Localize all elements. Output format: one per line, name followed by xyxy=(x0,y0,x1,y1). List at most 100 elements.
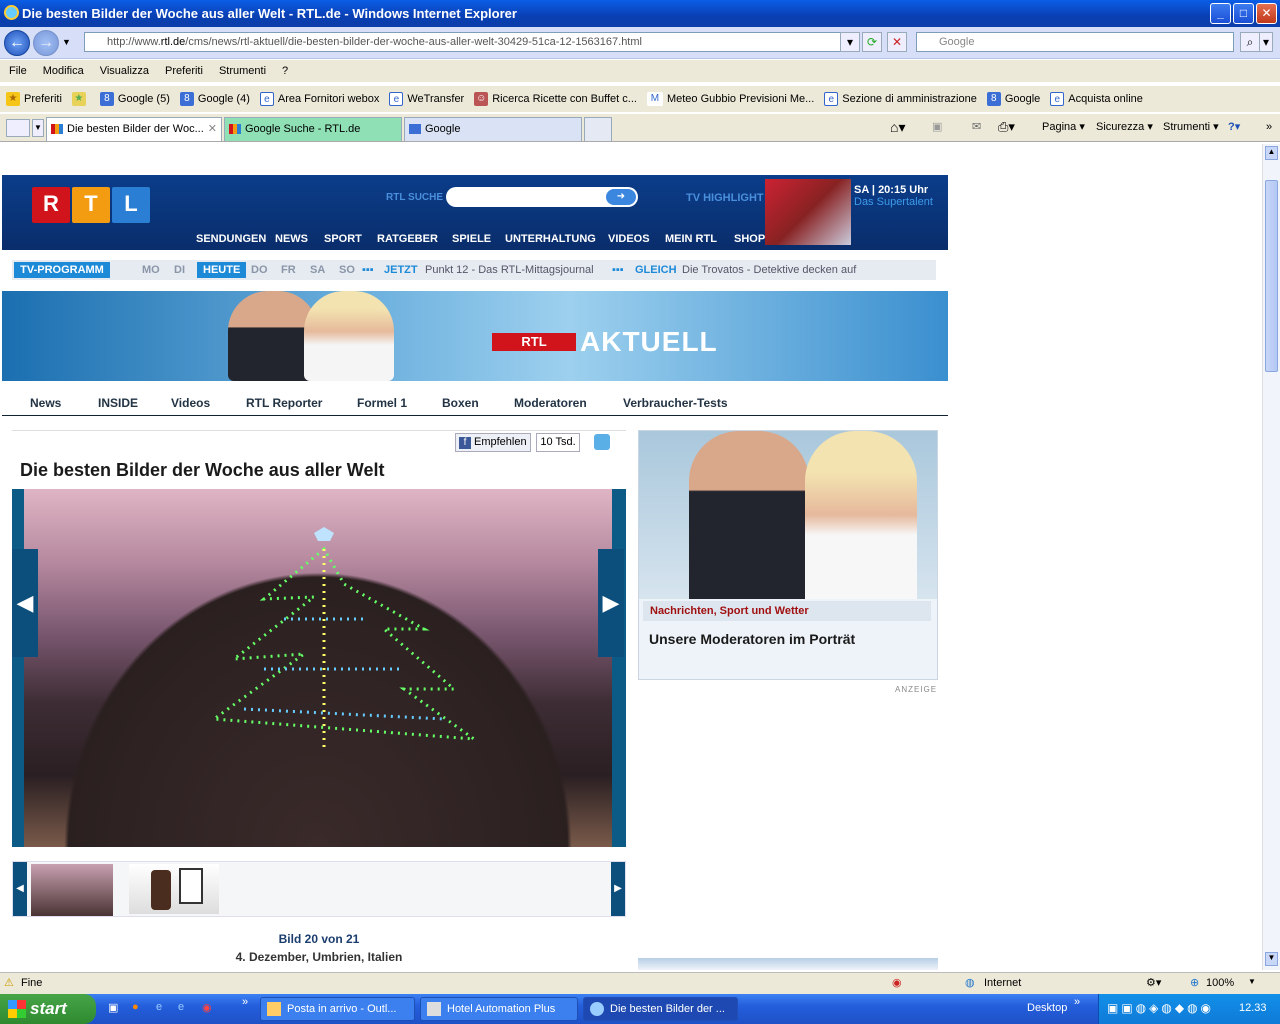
start-button[interactable]: start xyxy=(0,994,96,1024)
back-button[interactable]: ← xyxy=(4,30,30,56)
rtl-aktuell-banner[interactable]: RTL AKTUELL xyxy=(2,291,948,381)
gallery-prev-button[interactable]: ◀ xyxy=(12,549,38,657)
quicklaunch-firefox-icon[interactable]: ● xyxy=(132,1001,139,1013)
favorites-button[interactable]: ★ Preferiti xyxy=(6,92,62,106)
gallery-image[interactable] xyxy=(24,489,612,847)
menu-modifica[interactable]: Modifica xyxy=(43,65,84,77)
tab-list-dropdown-icon[interactable]: ▼ xyxy=(32,119,44,137)
search-options-button[interactable]: ▾ xyxy=(1259,32,1273,52)
fav-item-google-4[interactable]: 8 Google (4) xyxy=(179,92,250,106)
tv-program-label[interactable]: TV-PROGRAMM xyxy=(14,262,110,278)
close-button[interactable]: ✕ xyxy=(1256,3,1277,24)
privacy-icon[interactable]: ◉ xyxy=(892,976,902,989)
desktop-toolbar-label[interactable]: Desktop xyxy=(1027,1002,1067,1014)
rtl-nav-news[interactable]: NEWS xyxy=(275,233,308,245)
refresh-button[interactable]: ⟳ xyxy=(862,32,882,52)
subnav-videos[interactable]: Videos xyxy=(171,396,210,410)
rtl-nav-unterhaltung[interactable]: UNTERHALTUNG xyxy=(505,233,596,245)
rtl-search-go-button[interactable]: ➜ xyxy=(606,189,636,205)
task-hotel-automation[interactable]: Hotel Automation Plus xyxy=(420,997,578,1021)
rtl-nav-ratgeber[interactable]: RATGEBER xyxy=(377,233,438,245)
fav-item-sezione-admin[interactable]: e Sezione di amministrazione xyxy=(824,92,977,106)
subnav-verbraucher-tests[interactable]: Verbraucher-Tests xyxy=(623,396,728,410)
fav-item-ricerca-ricette[interactable]: ☺ Ricerca Ricette con Buffet c... xyxy=(474,92,637,106)
menu-strumenti[interactable]: Strumenti xyxy=(219,65,266,77)
tab-google-suche[interactable]: Google Suche - RTL.de xyxy=(224,117,402,141)
search-icon[interactable]: ⌕ xyxy=(1240,32,1260,52)
fav-item-acquista-online[interactable]: e Acquista online xyxy=(1050,92,1143,106)
jetzt-show[interactable]: Punkt 12 - Das RTL-Mittagsjournal xyxy=(425,264,594,276)
new-tab-button[interactable] xyxy=(584,117,612,141)
rtl-nav-shop[interactable]: SHOP xyxy=(734,233,765,245)
address-dropdown-button[interactable]: ▾ xyxy=(840,32,860,52)
mail-icon[interactable]: ✉ xyxy=(972,119,981,135)
menu-file[interactable]: File xyxy=(9,65,27,77)
address-bar[interactable]: http://www.rtl.de/cms/news/rtl-aktuell/d… xyxy=(84,32,854,52)
moderatoren-teaser[interactable]: Nachrichten, Sport und Wetter Unsere Mod… xyxy=(638,430,938,680)
rtl-nav-sport[interactable]: SPORT xyxy=(324,233,362,245)
quicklaunch-outlook-icon[interactable]: ▣ xyxy=(108,1001,118,1014)
twitter-icon[interactable] xyxy=(594,434,610,450)
subnav-rtl-reporter[interactable]: RTL Reporter xyxy=(246,396,322,410)
tv-day-mo[interactable]: MO xyxy=(142,264,160,276)
subnav-inside[interactable]: INSIDE xyxy=(98,396,138,410)
search-input[interactable]: Google xyxy=(916,32,1234,52)
help-icon[interactable]: ?▾ xyxy=(1228,119,1240,135)
menu-visualizza[interactable]: Visualizza xyxy=(100,65,149,77)
gallery-next-button[interactable]: ▶ xyxy=(598,549,624,657)
tv-day-so[interactable]: SO xyxy=(339,264,355,276)
home-icon[interactable]: ⌂▾ xyxy=(890,119,905,135)
maximize-button[interactable]: □ xyxy=(1233,3,1254,24)
menu-help[interactable]: ? xyxy=(282,65,288,77)
scroll-up-button[interactable]: ▲ xyxy=(1265,146,1278,160)
close-tab-icon[interactable]: ✕ xyxy=(208,118,217,140)
history-dropdown-icon[interactable]: ▼ xyxy=(62,37,71,47)
tv-highlight-show[interactable]: Das Supertalent xyxy=(854,196,933,208)
facebook-like-button[interactable]: f Empfehlen xyxy=(455,433,531,452)
quick-tabs-icon[interactable] xyxy=(6,119,30,137)
clock[interactable]: 12.33 xyxy=(1239,1002,1267,1014)
tray-icons[interactable]: ▣▣◍◈◍◆◍◉ xyxy=(1107,1001,1214,1015)
teaser-headline[interactable]: Unsere Moderatoren im Porträt xyxy=(649,631,855,647)
rtl-nav-sendungen[interactable]: SENDUNGEN xyxy=(196,233,266,245)
minimize-button[interactable]: _ xyxy=(1210,3,1231,24)
more-commands-icon[interactable]: » xyxy=(1266,119,1272,135)
quicklaunch-chrome-icon[interactable]: ◉ xyxy=(202,1001,212,1014)
quicklaunch-more-icon[interactable]: » xyxy=(242,996,248,1008)
thumbs-prev-button[interactable]: ◀ xyxy=(13,862,27,916)
tv-day-sa[interactable]: SA xyxy=(310,264,325,276)
fav-item-area-fornitori[interactable]: e Area Fornitori webox xyxy=(259,92,379,106)
tv-day-di[interactable]: DI xyxy=(174,264,185,276)
fav-item-wetransfer[interactable]: e WeTransfer xyxy=(389,92,464,106)
rtl-nav-videos[interactable]: VIDEOS xyxy=(608,233,650,245)
rtl-nav-mein-rtl[interactable]: MEIN RTL xyxy=(665,233,717,245)
gallery-thumbnail-current[interactable] xyxy=(31,864,113,916)
stop-button[interactable]: ✕ xyxy=(887,32,907,52)
protected-mode-icon[interactable]: ⚙▾ xyxy=(1146,976,1161,989)
gallery-thumbnail[interactable] xyxy=(129,864,219,914)
print-icon[interactable]: ⎙▾ xyxy=(998,119,1015,135)
fav-item-google[interactable]: 8 Google xyxy=(986,92,1040,106)
forward-button[interactable]: → xyxy=(33,30,59,56)
tab-google[interactable]: Google xyxy=(404,117,582,141)
tv-day-fr[interactable]: FR xyxy=(281,264,296,276)
subnav-moderatoren[interactable]: Moderatoren xyxy=(514,396,587,410)
safety-menu[interactable]: Sicurezza ▾ xyxy=(1096,119,1153,135)
vertical-scrollbar[interactable]: ▲ ▼ xyxy=(1262,144,1280,970)
feeds-icon[interactable]: ▣ xyxy=(932,119,942,135)
quicklaunch-ie2-icon[interactable]: e xyxy=(178,1001,184,1013)
tv-day-do[interactable]: DO xyxy=(251,264,268,276)
zoom-dropdown-icon[interactable]: ▼ xyxy=(1248,977,1256,986)
scroll-down-button[interactable]: ▼ xyxy=(1265,952,1278,966)
subnav-boxen[interactable]: Boxen xyxy=(442,396,479,410)
tools-menu[interactable]: Strumenti ▾ xyxy=(1163,119,1219,135)
menu-preferiti[interactable]: Preferiti xyxy=(165,65,203,77)
tab-rtl-article[interactable]: Die besten Bilder der Woc... ✕ xyxy=(46,117,222,141)
rtl-logo[interactable]: R T L xyxy=(32,187,150,223)
quicklaunch-ie-icon[interactable]: e xyxy=(156,1001,162,1013)
desktop-more-icon[interactable]: » xyxy=(1074,996,1080,1008)
fav-item-meteo-gubbio[interactable]: M Meteo Gubbio Previsioni Me... xyxy=(646,92,814,106)
tv-highlight-image[interactable] xyxy=(765,179,851,245)
rtl-nav-spiele[interactable]: SPIELE xyxy=(452,233,491,245)
subnav-formel-1[interactable]: Formel 1 xyxy=(357,396,407,410)
